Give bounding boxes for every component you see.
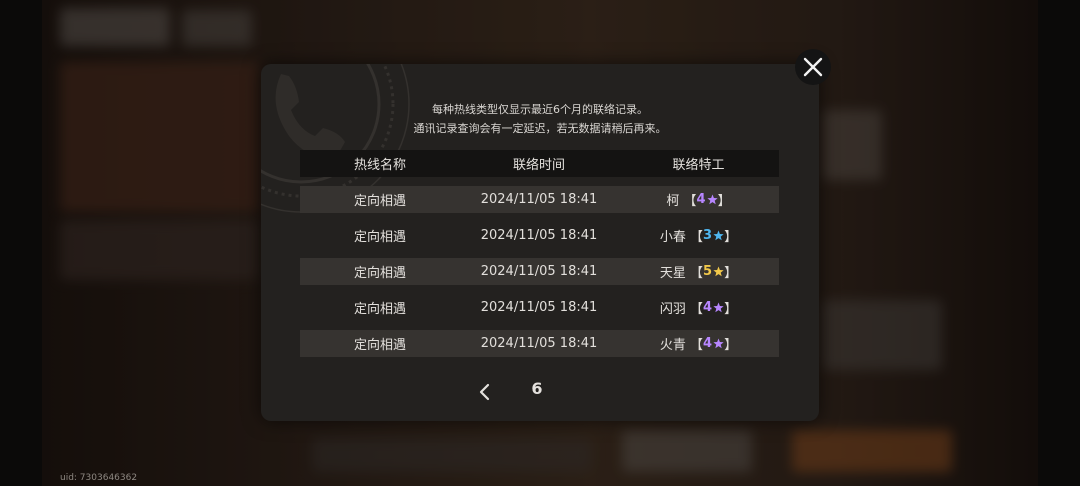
contact-time: 2024/11/05 18:41 bbox=[480, 228, 598, 243]
table-header: 热线名称 联络时间 联络特工 bbox=[300, 150, 779, 177]
hotline-name: 定向相遇 bbox=[353, 302, 406, 317]
agent-rank: 5 bbox=[703, 264, 713, 279]
column-contact-agent: 联络特工 bbox=[672, 158, 725, 173]
pagination: 6 bbox=[261, 375, 819, 405]
bracket-close: 】 bbox=[724, 266, 738, 281]
agent-rank: 4 bbox=[696, 192, 706, 207]
agent-cell: 火青 【4 】 bbox=[618, 330, 779, 357]
bracket-open: 【 bbox=[683, 194, 697, 209]
hotline-name: 定向相遇 bbox=[353, 194, 406, 209]
agent-rank: 3 bbox=[703, 228, 713, 243]
contact-time: 2024/11/05 18:41 bbox=[480, 300, 598, 315]
star-icon bbox=[713, 338, 724, 349]
agent-cell: 小春 【3 】 bbox=[618, 222, 779, 249]
star-icon bbox=[713, 266, 724, 277]
table-row: 定向相遇 2024/11/05 18:41 火青 【4 】 bbox=[300, 330, 779, 357]
table-row: 定向相遇 2024/11/05 18:41 小春 【3 】 bbox=[300, 222, 779, 249]
table-row: 定向相遇 2024/11/05 18:41 闪羽 【4 】 bbox=[300, 294, 779, 321]
hotline-name: 定向相遇 bbox=[353, 266, 406, 281]
bracket-close: 】 bbox=[717, 194, 731, 209]
agent-name: 闪羽 bbox=[659, 302, 686, 317]
agent-name: 火青 bbox=[659, 338, 686, 353]
bracket-close: 】 bbox=[724, 338, 738, 353]
close-button[interactable] bbox=[795, 49, 831, 85]
current-page-number: 6 bbox=[531, 379, 543, 398]
bracket-close: 】 bbox=[724, 302, 738, 317]
star-icon bbox=[713, 230, 724, 241]
notice-text: 通讯记录查询会有一定延迟，若无数据请稍后再来。 bbox=[413, 122, 667, 135]
star-icon bbox=[713, 302, 724, 313]
hotline-name: 定向相遇 bbox=[353, 338, 406, 353]
table-row: 定向相遇 2024/11/05 18:41 天星 【5 】 bbox=[300, 258, 779, 285]
column-hotline-name: 热线名称 bbox=[353, 158, 406, 173]
notice-text: 每种热线类型仅显示最近6个月的联络记录。 bbox=[432, 103, 648, 116]
contact-time: 2024/11/05 18:41 bbox=[480, 336, 598, 351]
agent-name: 天星 bbox=[659, 266, 686, 281]
star-icon bbox=[706, 194, 718, 205]
agent-name: 小春 bbox=[659, 230, 686, 245]
contact-record-dialog: 每种热线类型仅显示最近6个月的联络记录。 通讯记录查询会有一定延迟，若无数据请稍… bbox=[261, 64, 819, 421]
bracket-open: 【 bbox=[690, 302, 704, 317]
close-icon[interactable] bbox=[795, 49, 831, 85]
agent-cell: 天星 【5 】 bbox=[618, 258, 779, 285]
hotline-name: 定向相遇 bbox=[353, 230, 406, 245]
chevron-left-icon[interactable] bbox=[474, 381, 496, 403]
table-row: 定向相遇 2024/11/05 18:41 柯 【4 】 bbox=[300, 186, 779, 213]
bracket-open: 【 bbox=[690, 230, 704, 245]
contact-time: 2024/11/05 18:41 bbox=[480, 192, 598, 207]
agent-cell: 闪羽 【4 】 bbox=[618, 294, 779, 321]
column-contact-time: 联络时间 bbox=[512, 158, 565, 173]
agent-rank: 4 bbox=[703, 300, 713, 315]
contact-time: 2024/11/05 18:41 bbox=[480, 264, 598, 279]
uid-label: uid: 7303646362 bbox=[60, 473, 138, 483]
agent-name: 柯 bbox=[666, 194, 680, 209]
bracket-open: 【 bbox=[690, 338, 704, 353]
bracket-open: 【 bbox=[690, 266, 704, 281]
bracket-close: 】 bbox=[724, 230, 738, 245]
agent-cell: 柯 【4 】 bbox=[618, 186, 779, 213]
agent-rank: 4 bbox=[703, 336, 713, 351]
